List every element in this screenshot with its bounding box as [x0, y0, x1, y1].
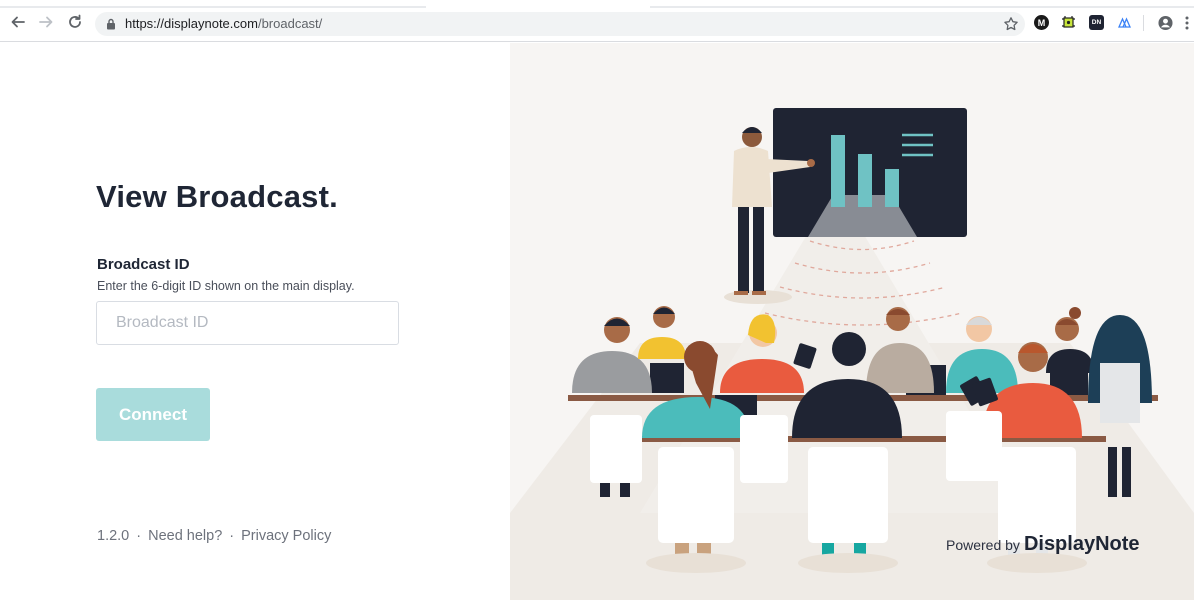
address-bar[interactable]: https://displaynote.com/broadcast/ [95, 12, 1025, 36]
powered-by: Powered by DisplayNote [946, 533, 1140, 556]
extension-bug-icon[interactable] [1061, 15, 1076, 30]
forward-button[interactable] [37, 13, 55, 31]
extension-m-label: M [1037, 17, 1046, 28]
chair-shadows [646, 553, 1087, 573]
broadcast-id-label: Broadcast ID [97, 256, 190, 273]
display-screen [773, 108, 967, 237]
extension-m-icon[interactable]: M [1034, 15, 1049, 30]
reload-button[interactable] [66, 13, 84, 31]
profile-icon[interactable] [1158, 15, 1173, 30]
classroom-illustration [510, 108, 1194, 600]
back-arrow-icon [11, 16, 25, 28]
browser-toolbar: https://displaynote.com/broadcast/ M DN [0, 0, 1194, 42]
url-text: https://displaynote.com/broadcast/ [125, 16, 322, 31]
broadcast-id-help: Enter the 6-digit ID shown on the main d… [97, 279, 355, 293]
illustration-panel: Powered by DisplayNote [510, 43, 1194, 600]
extension-dn-label: DN [1091, 19, 1102, 26]
url-host: https://displaynote.com [125, 16, 258, 31]
connect-panel: View Broadcast. Broadcast ID Enter the 6… [0, 43, 510, 600]
privacy-policy-link[interactable]: Privacy Policy [241, 528, 331, 544]
url-path: /broadcast/ [257, 16, 323, 31]
bookmark-star-icon[interactable] [1003, 16, 1019, 32]
broadcast-id-input[interactable] [96, 301, 399, 345]
powered-by-text: Powered by [946, 537, 1020, 553]
displaynote-logo[interactable]: DisplayNote [1024, 533, 1140, 556]
connect-button[interactable]: Connect [96, 388, 210, 441]
forward-arrow-icon [39, 16, 53, 28]
tab-strip-line [0, 6, 426, 8]
version-text: 1.2.0 [97, 528, 130, 544]
reload-icon [69, 14, 81, 28]
student-back-6 [1046, 307, 1094, 373]
menu-icon[interactable] [1183, 15, 1191, 30]
extension-triangle-icon[interactable] [1117, 15, 1132, 30]
extension-dn-icon[interactable]: DN [1089, 15, 1104, 30]
toolbar-divider [1143, 15, 1144, 31]
tab-strip [0, 0, 1194, 8]
help-link[interactable]: Need help? [148, 528, 222, 544]
student-back-2 [638, 306, 686, 359]
tab-strip-line [650, 6, 1194, 8]
page-title: View Broadcast. [96, 179, 338, 214]
footer-separator: · [136, 528, 142, 544]
footer-separator: · [229, 528, 235, 544]
lock-icon [107, 18, 115, 30]
footer: 1.2.0 · Need help? · Privacy Policy [97, 528, 331, 544]
back-button[interactable] [9, 13, 27, 31]
